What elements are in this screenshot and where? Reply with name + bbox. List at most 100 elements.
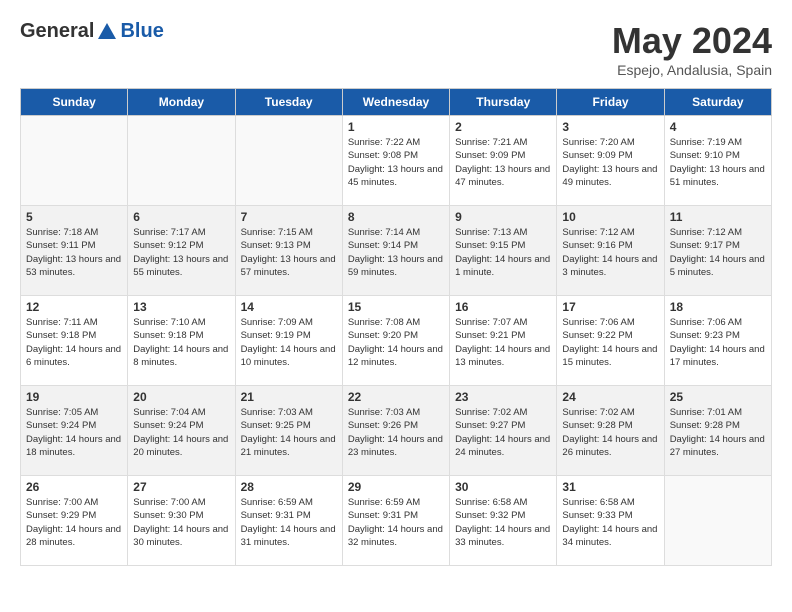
day-info: Sunrise: 7:18 AMSunset: 9:11 PMDaylight:… [26, 227, 121, 278]
day-info: Sunrise: 7:00 AMSunset: 9:29 PMDaylight:… [26, 497, 121, 548]
day-number: 1 [348, 120, 444, 134]
calendar-cell: 16 Sunrise: 7:07 AMSunset: 9:21 PMDayligh… [450, 296, 557, 386]
calendar-cell: 20Sunrise: 7:04 AMSunset: 9:24 PMDayligh… [128, 386, 235, 476]
calendar-cell: 30Sunrise: 6:58 AMSunset: 9:32 PMDayligh… [450, 476, 557, 566]
day-info: Sunrise: 7:14 AMSunset: 9:14 PMDaylight:… [348, 227, 443, 278]
day-number: 19 [26, 390, 122, 404]
calendar-cell: 13 Sunrise: 7:10 AMSunset: 9:18 PMDayligh… [128, 296, 235, 386]
day-info: Sunrise: 7:12 AMSunset: 9:16 PMDaylight:… [562, 227, 657, 278]
day-number: 28 [241, 480, 337, 494]
weekday-header-saturday: Saturday [664, 89, 771, 116]
day-info: Sunrise: 7:07 AMSunset: 9:21 PMDaylight:… [455, 317, 550, 368]
day-info: Sunrise: 7:10 AMSunset: 9:18 PMDaylight:… [133, 317, 228, 368]
calendar-cell: 5 Sunrise: 7:18 AMSunset: 9:11 PMDaylight… [21, 206, 128, 296]
day-number: 9 [455, 210, 551, 224]
day-info: Sunrise: 7:19 AMSunset: 9:10 PMDaylight:… [670, 137, 765, 188]
calendar-cell: 2 Sunrise: 7:21 AMSunset: 9:09 PMDaylight… [450, 116, 557, 206]
calendar-cell: 4 Sunrise: 7:19 AMSunset: 9:10 PMDaylight… [664, 116, 771, 206]
day-number: 4 [670, 120, 766, 134]
calendar-cell: 11 Sunrise: 7:12 AMSunset: 9:17 PMDayligh… [664, 206, 771, 296]
day-info: Sunrise: 7:01 AMSunset: 9:28 PMDaylight:… [670, 407, 765, 458]
day-number: 29 [348, 480, 444, 494]
day-number: 31 [562, 480, 658, 494]
day-number: 23 [455, 390, 551, 404]
calendar-cell [664, 476, 771, 566]
week-row-5: 26 Sunrise: 7:00 AMSunset: 9:29 PMDayligh… [21, 476, 772, 566]
day-number: 7 [241, 210, 337, 224]
day-number: 24 [562, 390, 658, 404]
day-info: Sunrise: 6:58 AMSunset: 9:32 PMDaylight:… [455, 497, 550, 548]
day-info: Sunrise: 7:20 AMSunset: 9:09 PMDaylight:… [562, 137, 657, 188]
day-number: 2 [455, 120, 551, 134]
logo-general-text: General [20, 20, 94, 43]
day-number: 22 [348, 390, 444, 404]
logo: General Blue [20, 20, 164, 43]
day-number: 25 [670, 390, 766, 404]
day-info: Sunrise: 7:02 AMSunset: 9:27 PMDaylight:… [455, 407, 550, 458]
day-number: 12 [26, 300, 122, 314]
calendar-cell: 17 Sunrise: 7:06 AMSunset: 9:22 PMDayligh… [557, 296, 664, 386]
day-info: Sunrise: 7:05 AMSunset: 9:24 PMDaylight:… [26, 407, 121, 458]
calendar-cell: 22 Sunrise: 7:03 AMSunset: 9:26 PMDayligh… [342, 386, 449, 476]
page-header: General Blue May 2024 Espejo, Andalusia,… [20, 20, 772, 78]
calendar-cell: 26 Sunrise: 7:00 AMSunset: 9:29 PMDayligh… [21, 476, 128, 566]
calendar-cell [128, 116, 235, 206]
calendar-cell: 14 Sunrise: 7:09 AMSunset: 9:19 PMDayligh… [235, 296, 342, 386]
day-number: 8 [348, 210, 444, 224]
day-info: Sunrise: 6:58 AMSunset: 9:33 PMDaylight:… [562, 497, 657, 548]
day-info: Sunrise: 7:13 AMSunset: 9:15 PMDaylight:… [455, 227, 550, 278]
calendar-cell: 3 Sunrise: 7:20 AMSunset: 9:09 PMDaylight… [557, 116, 664, 206]
day-info: Sunrise: 7:22 AMSunset: 9:08 PMDaylight:… [348, 137, 443, 188]
day-number: 5 [26, 210, 122, 224]
weekday-header-monday: Monday [128, 89, 235, 116]
title-block: May 2024 Espejo, Andalusia, Spain [612, 20, 772, 78]
weekday-header-thursday: Thursday [450, 89, 557, 116]
calendar-cell: 24Sunrise: 7:02 AMSunset: 9:28 PMDayligh… [557, 386, 664, 476]
calendar-cell: 28 Sunrise: 6:59 AMSunset: 9:31 PMDayligh… [235, 476, 342, 566]
calendar-cell: 31 Sunrise: 6:58 AMSunset: 9:33 PMDayligh… [557, 476, 664, 566]
day-number: 11 [670, 210, 766, 224]
day-info: Sunrise: 7:08 AMSunset: 9:20 PMDaylight:… [348, 317, 443, 368]
calendar-cell: 18Sunrise: 7:06 AMSunset: 9:23 PMDayligh… [664, 296, 771, 386]
day-info: Sunrise: 7:21 AMSunset: 9:09 PMDaylight:… [455, 137, 550, 188]
week-row-1: 1 Sunrise: 7:22 AMSunset: 9:08 PMDaylight… [21, 116, 772, 206]
calendar-cell: 19 Sunrise: 7:05 AMSunset: 9:24 PMDayligh… [21, 386, 128, 476]
day-info: Sunrise: 6:59 AMSunset: 9:31 PMDaylight:… [348, 497, 443, 548]
day-number: 27 [133, 480, 229, 494]
logo-icon [96, 21, 118, 43]
day-number: 16 [455, 300, 551, 314]
calendar-cell: 29 Sunrise: 6:59 AMSunset: 9:31 PMDayligh… [342, 476, 449, 566]
day-number: 3 [562, 120, 658, 134]
day-number: 14 [241, 300, 337, 314]
day-info: Sunrise: 6:59 AMSunset: 9:31 PMDaylight:… [241, 497, 336, 548]
day-info: Sunrise: 7:11 AMSunset: 9:18 PMDaylight:… [26, 317, 121, 368]
calendar-cell: 27 Sunrise: 7:00 AMSunset: 9:30 PMDayligh… [128, 476, 235, 566]
week-row-3: 12 Sunrise: 7:11 AMSunset: 9:18 PMDayligh… [21, 296, 772, 386]
weekday-header-friday: Friday [557, 89, 664, 116]
day-info: Sunrise: 7:06 AMSunset: 9:22 PMDaylight:… [562, 317, 657, 368]
day-info: Sunrise: 7:12 AMSunset: 9:17 PMDaylight:… [670, 227, 765, 278]
day-number: 26 [26, 480, 122, 494]
location-title: Espejo, Andalusia, Spain [612, 62, 772, 78]
calendar-cell: 6Sunrise: 7:17 AMSunset: 9:12 PMDaylight… [128, 206, 235, 296]
calendar-cell: 10Sunrise: 7:12 AMSunset: 9:16 PMDayligh… [557, 206, 664, 296]
month-title: May 2024 [612, 20, 772, 62]
day-number: 17 [562, 300, 658, 314]
calendar-cell: 7 Sunrise: 7:15 AMSunset: 9:13 PMDaylight… [235, 206, 342, 296]
day-number: 18 [670, 300, 766, 314]
day-info: Sunrise: 7:15 AMSunset: 9:13 PMDaylight:… [241, 227, 336, 278]
day-info: Sunrise: 7:03 AMSunset: 9:26 PMDaylight:… [348, 407, 443, 458]
day-number: 6 [133, 210, 229, 224]
weekday-header-wednesday: Wednesday [342, 89, 449, 116]
calendar-cell [21, 116, 128, 206]
day-info: Sunrise: 7:09 AMSunset: 9:19 PMDaylight:… [241, 317, 336, 368]
calendar-cell: 8 Sunrise: 7:14 AMSunset: 9:14 PMDaylight… [342, 206, 449, 296]
day-number: 13 [133, 300, 229, 314]
day-info: Sunrise: 7:00 AMSunset: 9:30 PMDaylight:… [133, 497, 228, 548]
calendar-cell: 25 Sunrise: 7:01 AMSunset: 9:28 PMDayligh… [664, 386, 771, 476]
day-info: Sunrise: 7:03 AMSunset: 9:25 PMDaylight:… [241, 407, 336, 458]
day-number: 21 [241, 390, 337, 404]
calendar-cell: 12 Sunrise: 7:11 AMSunset: 9:18 PMDayligh… [21, 296, 128, 386]
calendar-cell: 23 Sunrise: 7:02 AMSunset: 9:27 PMDayligh… [450, 386, 557, 476]
weekday-header-sunday: Sunday [21, 89, 128, 116]
